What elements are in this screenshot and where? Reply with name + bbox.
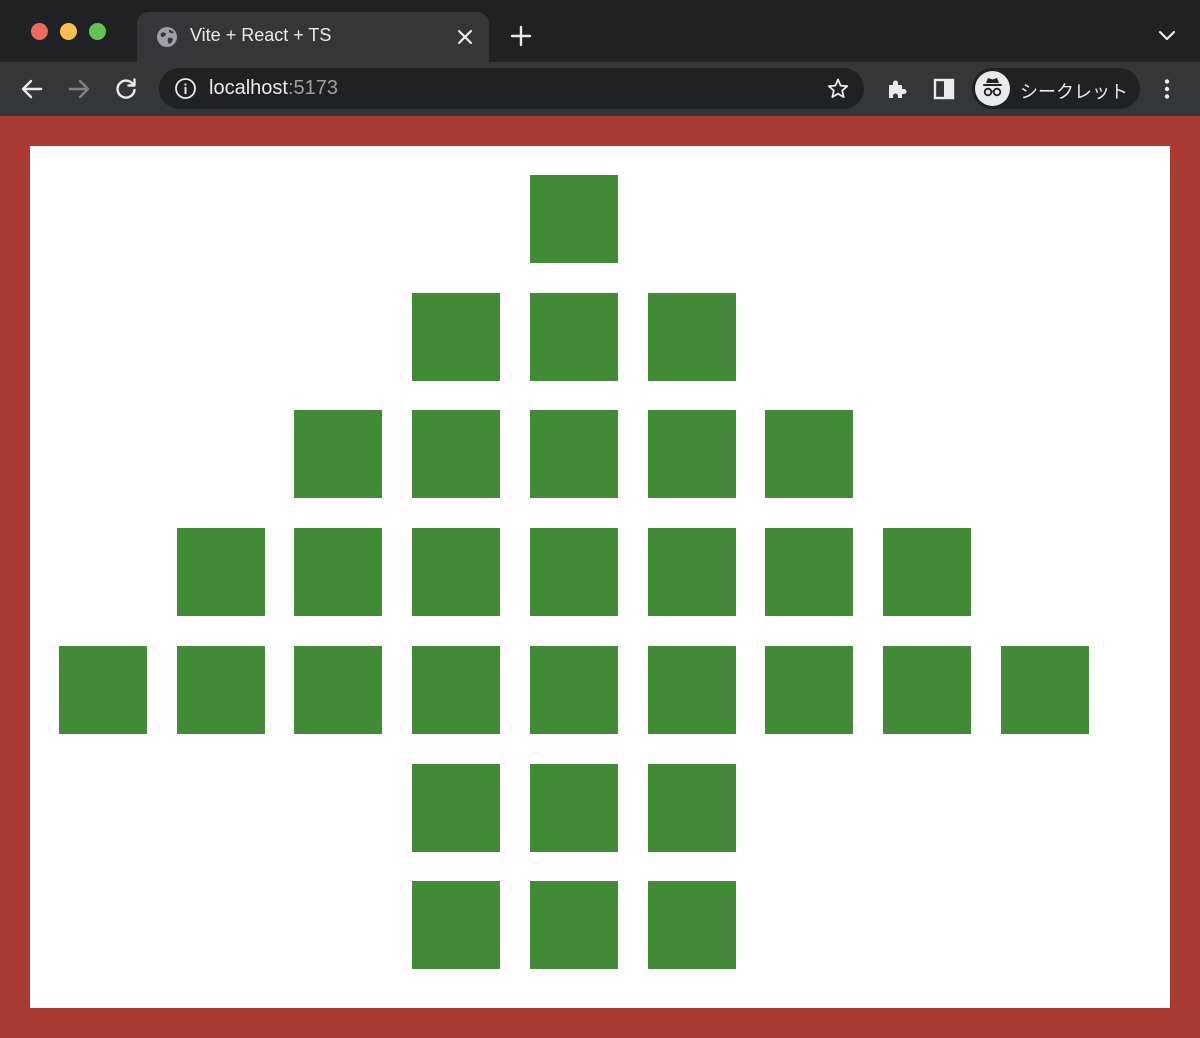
green-square-r6-c4 — [412, 764, 500, 852]
green-square-r6-c6 — [648, 764, 736, 852]
green-square-r3-c3 — [294, 410, 382, 498]
green-square-r4-c4 — [412, 528, 500, 616]
page-canvas — [30, 146, 1170, 1008]
green-square-r5-c5 — [530, 646, 618, 734]
zoom-window-button[interactable] — [89, 23, 106, 40]
green-square-r2-c6 — [648, 293, 736, 381]
green-square-r7-c6 — [648, 881, 736, 969]
bookmark-star-icon[interactable] — [826, 77, 850, 101]
green-square-r5-c7 — [765, 646, 853, 734]
green-square-r4-c8 — [883, 528, 971, 616]
url-text[interactable]: localhost:5173 — [209, 77, 338, 100]
browser-toolbar: localhost:5173 シークレット — [0, 62, 1200, 116]
incognito-label: シークレット — [1020, 82, 1128, 102]
side-panel-icon[interactable] — [931, 76, 957, 102]
green-square-r5-c9 — [1001, 646, 1089, 734]
tab-strip: Vite + React + TS — [0, 0, 1200, 62]
active-tab[interactable]: Vite + React + TS — [137, 12, 489, 62]
green-square-r3-c6 — [648, 410, 736, 498]
incognito-avatar — [975, 71, 1010, 106]
tab-title: Vite + React + TS — [190, 25, 332, 45]
forward-icon[interactable] — [66, 76, 92, 102]
close-window-button[interactable] — [31, 23, 48, 40]
green-square-r3-c4 — [412, 410, 500, 498]
url-host: localhost — [209, 77, 288, 99]
globe-icon — [157, 27, 177, 47]
url-port: :5173 — [287, 77, 338, 99]
green-square-r1-c5 — [530, 175, 618, 263]
green-square-r5-c1 — [59, 646, 147, 734]
green-square-r4-c3 — [294, 528, 382, 616]
more-menu-icon[interactable] — [1154, 76, 1180, 102]
green-square-r4-c6 — [648, 528, 736, 616]
green-square-r7-c4 — [412, 881, 500, 969]
green-square-r5-c2 — [177, 646, 265, 734]
green-square-r3-c5 — [530, 410, 618, 498]
close-tab-icon[interactable] — [455, 27, 475, 47]
green-square-r5-c3 — [294, 646, 382, 734]
incognito-icon — [983, 78, 1002, 97]
address-bar[interactable]: localhost:5173 — [159, 68, 864, 109]
green-square-r5-c6 — [648, 646, 736, 734]
page-viewport — [0, 116, 1200, 1038]
green-square-r4-c5 — [530, 528, 618, 616]
extensions-puzzle-icon[interactable] — [884, 76, 910, 102]
site-info-icon[interactable] — [174, 77, 197, 100]
new-tab-icon[interactable] — [509, 24, 533, 48]
green-square-r5-c8 — [883, 646, 971, 734]
green-square-r3-c7 — [765, 410, 853, 498]
green-square-r4-c2 — [177, 528, 265, 616]
back-icon[interactable] — [19, 76, 45, 102]
green-square-r2-c5 — [530, 293, 618, 381]
green-square-r5-c4 — [412, 646, 500, 734]
reload-icon[interactable] — [113, 76, 139, 102]
green-square-r7-c5 — [530, 881, 618, 969]
incognito-profile-button[interactable]: シークレット — [972, 68, 1140, 109]
green-square-r4-c7 — [765, 528, 853, 616]
green-square-r2-c4 — [412, 293, 500, 381]
tab-search-chevron-icon[interactable] — [1156, 27, 1178, 45]
minimize-window-button[interactable] — [60, 23, 77, 40]
green-square-r6-c5 — [530, 764, 618, 852]
